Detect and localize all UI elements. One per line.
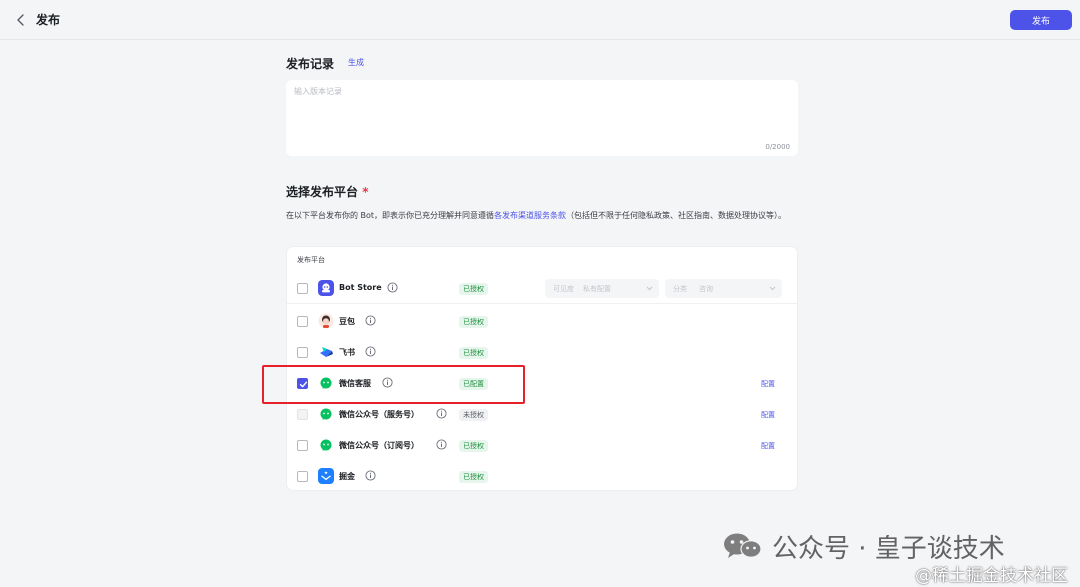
publish-button[interactable]: 发布 xyxy=(1010,10,1072,30)
info-icon[interactable] xyxy=(436,408,447,419)
checkbox-feishu[interactable] xyxy=(297,347,308,358)
generate-link[interactable]: 生成 xyxy=(348,57,364,68)
category-value: 咨询 xyxy=(699,285,713,293)
watermark-text: 公众号 · 皇子谈技术 xyxy=(772,534,1005,564)
record-textarea-box: 0/2000 xyxy=(286,80,798,156)
doubao-icon xyxy=(318,313,334,329)
feishu-icon xyxy=(320,347,333,357)
bot-store-icon xyxy=(318,280,334,296)
terms-link[interactable]: 各发布渠道服务条款 xyxy=(494,211,566,220)
platform-row-bot-store: Bot Store 已授权 可见度 私有配置 分类 咨询 xyxy=(287,273,797,304)
platform-name: 豆包 xyxy=(339,317,355,326)
config-link[interactable]: 配置 xyxy=(761,379,775,389)
status-badge: 已授权 xyxy=(459,283,488,295)
platform-name: 飞书 xyxy=(339,348,355,357)
checkbox-doubao[interactable] xyxy=(297,316,308,327)
platform-section-title-text: 选择发布平台 xyxy=(286,185,359,199)
platform-name: 掘金 xyxy=(339,472,355,481)
category-select[interactable]: 分类 咨询 xyxy=(665,279,782,298)
checkbox-wechat-oa-service xyxy=(297,409,308,420)
desc-prefix: 在以下平台发布你的 Bot，即表示你已充分理解并同意遵循 xyxy=(286,211,495,220)
status-badge: 已授权 xyxy=(459,316,488,328)
platform-row-feishu: 飞书 已授权 xyxy=(287,337,797,368)
chevron-down-icon xyxy=(769,286,776,291)
table-header: 发布平台 xyxy=(297,256,325,264)
checkbox-juejin[interactable] xyxy=(297,471,308,482)
highlight-annotation-box xyxy=(262,365,525,404)
juejin-icon xyxy=(318,468,334,484)
back-arrow-icon[interactable] xyxy=(14,12,28,28)
info-icon[interactable] xyxy=(387,282,398,293)
visibility-value: 私有配置 xyxy=(583,285,611,293)
info-icon[interactable] xyxy=(365,470,376,481)
wechat-icon xyxy=(320,408,332,420)
chevron-down-icon xyxy=(646,286,653,291)
platform-name: Bot Store xyxy=(339,283,382,292)
required-mark: * xyxy=(362,185,369,199)
platform-row-doubao: 豆包 已授权 xyxy=(287,306,797,337)
wechat-icon xyxy=(320,439,332,451)
platform-row-juejin: 掘金 已授权 xyxy=(287,461,797,492)
status-badge: 已授权 xyxy=(459,347,488,359)
category-label: 分类 xyxy=(673,285,687,293)
info-icon[interactable] xyxy=(365,315,376,326)
char-count: 0/2000 xyxy=(765,143,790,151)
record-section-title: 发布记录 xyxy=(286,57,335,71)
platform-description: 在以下平台发布你的 Bot，即表示你已充分理解并同意遵循各发布渠道服务条款（包括… xyxy=(286,208,800,223)
info-icon[interactable] xyxy=(365,346,376,357)
platform-name: 微信公众号（服务号） xyxy=(339,410,419,419)
platform-section-title: 选择发布平台 * xyxy=(286,183,368,200)
info-icon[interactable] xyxy=(436,439,447,450)
checkbox-wechat-oa-subscription[interactable] xyxy=(297,440,308,451)
platform-name: 微信公众号（订阅号） xyxy=(339,441,419,450)
version-record-input[interactable] xyxy=(294,86,788,136)
top-bar: 发布 发布 xyxy=(0,0,1080,40)
platform-row-wechat-oa-subscription: 微信公众号（订阅号） 已授权 配置 xyxy=(287,430,797,461)
checkbox-bot-store[interactable] xyxy=(297,283,308,294)
desc-suffix: （包括但不限于任何隐私政策、社区指南、数据处理协议等）。 xyxy=(566,211,787,220)
page-title: 发布 xyxy=(36,13,61,27)
status-badge: 已授权 xyxy=(459,440,488,452)
visibility-label: 可见度 xyxy=(553,285,574,293)
config-link[interactable]: 配置 xyxy=(761,410,775,420)
status-badge: 未授权 xyxy=(459,409,488,421)
visibility-select[interactable]: 可见度 私有配置 xyxy=(545,279,659,298)
wechat-logo-icon xyxy=(724,533,762,558)
config-link[interactable]: 配置 xyxy=(761,441,775,451)
status-badge: 已授权 xyxy=(459,471,488,483)
watermark-sub-text: @稀土掘金技术社区 xyxy=(915,566,1068,586)
